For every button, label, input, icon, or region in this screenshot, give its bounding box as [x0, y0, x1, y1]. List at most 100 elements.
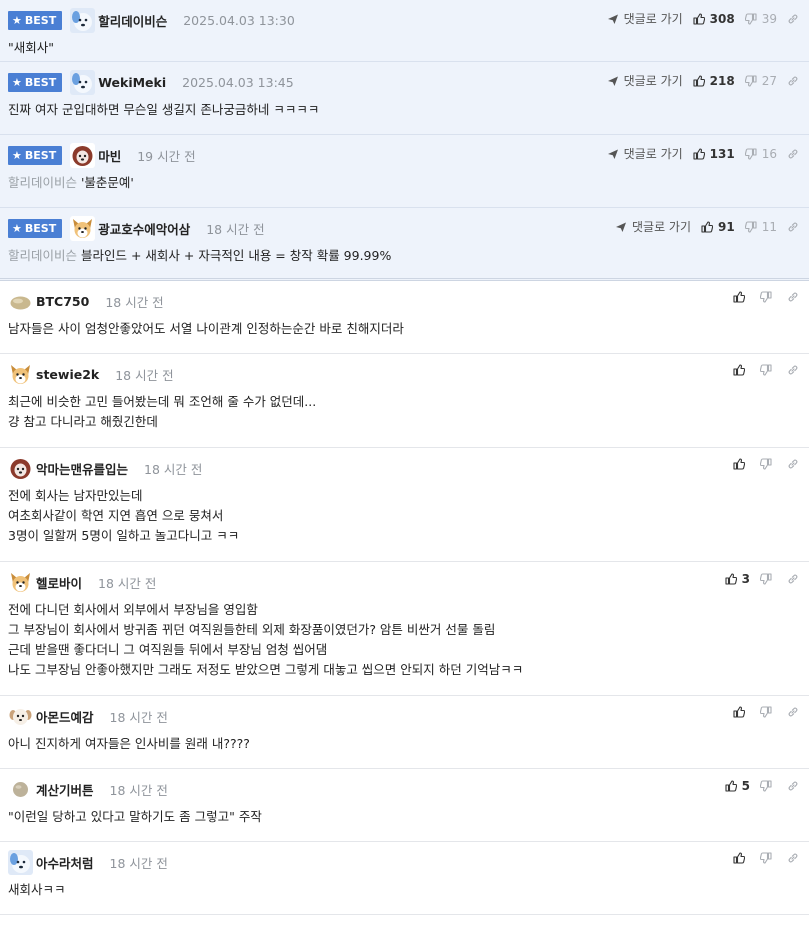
comment-actions: 댓글로 가기 308 39 [607, 10, 799, 27]
blue-dog-avatar[interactable] [70, 69, 96, 95]
nickname[interactable]: 할리데이비슨 [98, 11, 167, 30]
comment-text: "이런일 당하고 있다고 말하기도 좀 그렇고" 주작 [8, 809, 262, 824]
shiba-avatar[interactable] [70, 215, 96, 241]
mention[interactable]: 할리데이비슨 [8, 175, 77, 190]
nickname[interactable]: stewie2k [36, 367, 99, 382]
upvote-button[interactable] [733, 706, 750, 718]
comment: stewie2k 18 시간 전 최근에 비슷한 고민 들어봤는데 뭐 조언해 줄 … [0, 354, 809, 448]
upvote-button[interactable] [733, 291, 750, 303]
stone-avatar[interactable] [8, 776, 33, 802]
nickname[interactable]: 광교호수에악어삼 [98, 219, 190, 238]
mention[interactable]: 할리데이비슨 [8, 248, 77, 263]
share-link-button[interactable] [787, 221, 799, 233]
best-label: BEST [24, 75, 57, 89]
upvote-button[interactable] [733, 852, 750, 864]
downvote-button[interactable] [760, 573, 777, 585]
thumbs-up-icon [733, 458, 745, 470]
send-icon [607, 148, 619, 160]
downvote-button[interactable] [760, 291, 777, 303]
share-link-button[interactable] [787, 148, 799, 160]
downvote-button[interactable] [760, 706, 777, 718]
downvote-button[interactable] [760, 852, 777, 864]
star-icon: ★ [12, 148, 22, 162]
thumbs-down-icon [760, 852, 772, 864]
timestamp: 18 시간 전 [109, 709, 168, 725]
nickname[interactable]: 아수라처럼 [36, 853, 94, 872]
downvote-button[interactable]: 39 [744, 12, 777, 26]
share-link-button[interactable] [787, 573, 799, 585]
comment: 계산기버튼 18 시간 전 5 "이런일 당하고 있다고 말하기도 좀 그렇고" 주작 [0, 769, 809, 842]
comment-list: ★ BEST 할리데이비슨 2025.04.03 13:30 댓글로 가기 308 39 "새… [0, 0, 809, 915]
upvote-count: 3 [741, 572, 750, 586]
nickname[interactable]: 계산기버튼 [36, 780, 94, 799]
shiba-avatar[interactable] [8, 361, 33, 387]
share-link-button[interactable] [787, 291, 799, 303]
thumbs-up-icon [733, 852, 745, 864]
share-link-button[interactable] [787, 852, 799, 864]
poodle-avatar[interactable] [8, 455, 33, 481]
blue-dog-avatar[interactable] [8, 849, 33, 875]
nickname[interactable]: BTC750 [36, 294, 89, 309]
best-label: BEST [24, 221, 57, 235]
nickname[interactable]: WekiMeki [98, 75, 166, 90]
poodle-avatar[interactable] [70, 142, 96, 168]
reply-link[interactable]: 댓글로 가기 [607, 10, 683, 27]
share-link-button[interactable] [787, 75, 799, 87]
reply-link[interactable]: 댓글로 가기 [607, 72, 683, 89]
upvote-button[interactable]: 3 [725, 572, 750, 586]
comment-body: 남자들은 사이 엄청안좋았어도 서열 나이관계 인정하는순간 바로 친해지더라 [8, 313, 801, 349]
nickname[interactable]: 악마는맨유를입는 [36, 459, 128, 478]
downvote-button[interactable]: 11 [744, 220, 777, 234]
link-icon [787, 458, 799, 470]
thumbs-up-icon [725, 573, 737, 585]
timestamp: 18 시간 전 [206, 221, 265, 237]
upvote-button[interactable]: 5 [725, 779, 750, 793]
comment-body: 최근에 비슷한 고민 들어봤는데 뭐 조언해 줄 수가 없던데... 걍 참고 … [8, 386, 801, 442]
share-link-button[interactable] [787, 706, 799, 718]
downvote-button[interactable]: 27 [744, 74, 777, 88]
downvote-button[interactable] [760, 458, 777, 470]
star-icon: ★ [12, 75, 22, 89]
share-link-button[interactable] [787, 458, 799, 470]
upvote-button[interactable]: 218 [693, 74, 735, 88]
upvote-button[interactable] [733, 458, 750, 470]
comment: BTC750 18 시간 전남자들은 사이 엄청안좋았어도 서열 나이관계 인정하… [0, 281, 809, 354]
comment-text: 진짜 여자 군입대하면 무슨일 생길지 존나궁금하네 ㅋㅋㅋㅋ [8, 102, 320, 117]
timestamp: 18 시간 전 [105, 294, 164, 310]
upvote-button[interactable] [733, 364, 750, 376]
downvote-count: 16 [761, 146, 777, 161]
upvote-count: 131 [709, 146, 735, 161]
comment-text: '불춘문예' [81, 175, 134, 190]
shiba-avatar[interactable] [8, 569, 33, 595]
share-link-button[interactable] [787, 780, 799, 792]
nickname[interactable]: 헬로바이 [36, 573, 82, 592]
share-link-button[interactable] [787, 13, 799, 25]
comment-actions: 댓글로 가기 131 16 [607, 145, 799, 162]
comment-actions [733, 852, 799, 864]
link-icon [787, 13, 799, 25]
comment-text: 블라인드 + 새회사 + 자극적인 내용 = 창작 확률 99.99% [81, 248, 392, 263]
downvote-button[interactable]: 16 [744, 146, 777, 161]
upvote-button[interactable]: 308 [693, 12, 735, 26]
comment-text: 새회사ㅋㅋ [8, 882, 66, 897]
nickname[interactable]: 아몬드예감 [36, 707, 94, 726]
blue-dog-avatar[interactable] [70, 7, 96, 33]
comment-body: 전에 다니던 회사에서 외부에서 부장님을 영입함 그 부장님이 회사에서 방귀… [8, 594, 801, 690]
link-icon [787, 780, 799, 792]
downvote-button[interactable] [760, 780, 777, 792]
thumbs-up-icon [733, 291, 745, 303]
upvote-button[interactable]: 91 [701, 220, 735, 234]
share-link-button[interactable] [787, 364, 799, 376]
downvote-button[interactable] [760, 364, 777, 376]
puppy-avatar[interactable] [8, 703, 33, 729]
reply-link[interactable]: 댓글로 가기 [615, 218, 691, 235]
thumbs-down-icon [760, 458, 772, 470]
pebble-avatar[interactable] [8, 288, 33, 314]
reply-link[interactable]: 댓글로 가기 [607, 145, 683, 162]
best-label: BEST [24, 13, 57, 27]
best-label: BEST [24, 148, 57, 162]
upvote-button[interactable]: 131 [693, 147, 735, 161]
comment: 헬로바이 18 시간 전 3 전에 다니던 회사에서 외부에서 부장님을 영입함 그 … [0, 562, 809, 696]
upvote-count: 91 [718, 219, 735, 234]
nickname[interactable]: 마빈 [98, 146, 121, 165]
